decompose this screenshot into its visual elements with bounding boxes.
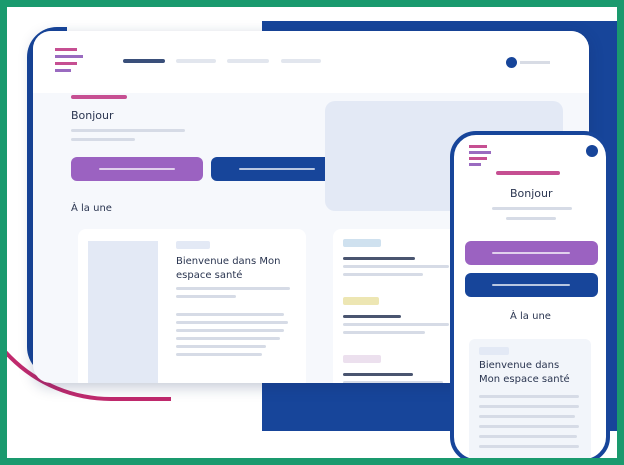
section-title: À la une	[71, 203, 112, 214]
mobile-secondary-button[interactable]	[465, 273, 598, 297]
mobile-accent-bar	[496, 171, 560, 175]
greeting-title: Bonjour	[71, 109, 114, 122]
greeting-line	[71, 138, 135, 141]
mobile-primary-button[interactable]	[465, 241, 598, 265]
secondary-action-button[interactable]	[211, 157, 343, 181]
mobile-logo[interactable]	[469, 145, 493, 167]
accent-bar	[71, 95, 127, 99]
illustration-frame: Bonjour À la une Bienvenue dans Mon espa…	[0, 0, 624, 465]
card-image	[88, 241, 158, 383]
mobile-card-title: Bienvenue dans Mon espace santé	[479, 360, 570, 385]
mobile-section-title: À la une	[510, 311, 551, 322]
list-item-title[interactable]	[343, 315, 401, 318]
nav-item-active[interactable]	[123, 59, 165, 63]
list-item-title[interactable]	[343, 257, 415, 260]
mobile-mockup: Bonjour À la une Bienvenue dans Mon espa…	[450, 131, 610, 458]
nav-item[interactable]	[227, 59, 269, 63]
mobile-news-card[interactable]: Bienvenue dans Mon espace santé	[469, 339, 591, 458]
list-item-title[interactable]	[343, 373, 413, 376]
card-title: Bienvenue dans Mon espace santé	[176, 256, 281, 281]
news-card[interactable]: Bienvenue dans Mon espace santé	[78, 229, 306, 383]
primary-action-button[interactable]	[71, 157, 203, 181]
user-name[interactable]	[520, 61, 550, 64]
greeting-line	[71, 129, 185, 132]
nav-item[interactable]	[281, 59, 321, 63]
mobile-avatar[interactable]	[586, 145, 598, 157]
user-avatar[interactable]	[506, 57, 517, 68]
news-list	[333, 229, 463, 383]
app-logo[interactable]	[55, 48, 85, 74]
mobile-greeting-title: Bonjour	[510, 187, 553, 200]
card-tag	[176, 241, 210, 249]
desktop-header	[33, 31, 589, 93]
nav-item[interactable]	[176, 59, 216, 63]
